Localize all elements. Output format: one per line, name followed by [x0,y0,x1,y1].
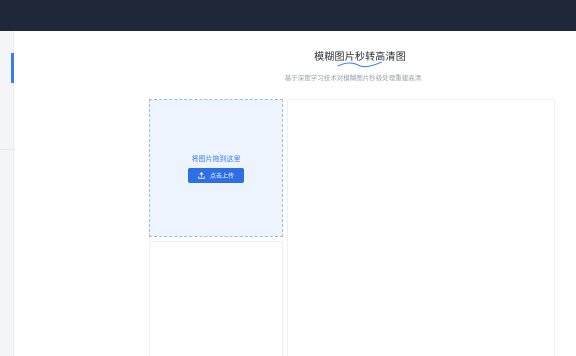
thumbnail-panel [149,241,283,356]
wave-underline-icon [337,61,383,68]
sidebar-active-indicator[interactable] [11,53,14,83]
preview-panel [287,99,555,356]
top-navigation-bar [0,0,576,31]
page-subtitle: 基于深度学习技术对模糊图片秒级处理重建高清 [284,74,422,82]
upload-icon [198,172,205,179]
upload-dropzone[interactable]: 将图片拖到这里 点击上传 [149,99,283,237]
drop-hint: 将图片拖到这里 [191,155,241,163]
upload-button-label: 点击上传 [209,173,234,180]
sidebar-divider [0,149,14,150]
upload-button[interactable]: 点击上传 [188,168,244,183]
